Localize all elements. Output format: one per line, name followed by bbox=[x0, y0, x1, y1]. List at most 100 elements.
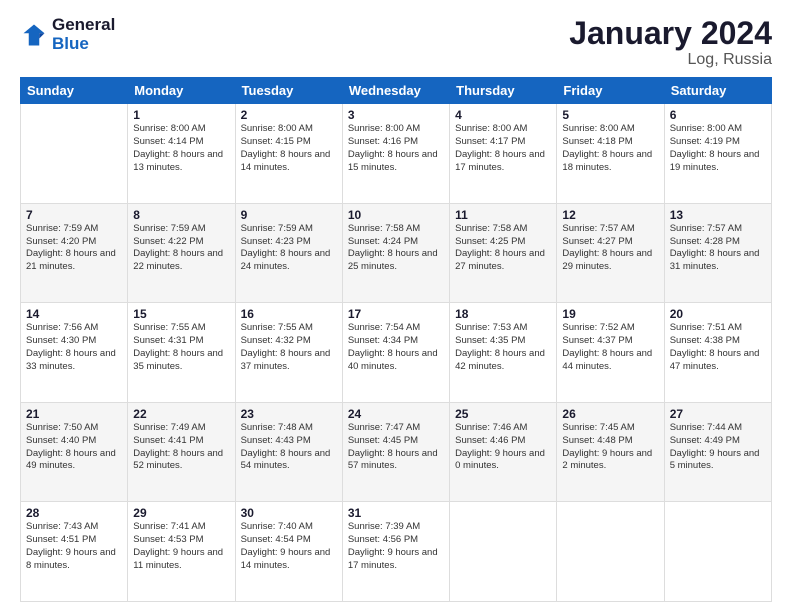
day-number: 2 bbox=[241, 108, 337, 122]
day-number: 19 bbox=[562, 307, 658, 321]
day-number: 21 bbox=[26, 407, 122, 421]
day-number: 5 bbox=[562, 108, 658, 122]
calendar-cell: 21Sunrise: 7:50 AM Sunset: 4:40 PM Dayli… bbox=[21, 402, 128, 502]
day-info: Sunrise: 7:55 AM Sunset: 4:31 PM Dayligh… bbox=[133, 322, 229, 373]
day-number: 15 bbox=[133, 307, 229, 321]
day-number: 4 bbox=[455, 108, 551, 122]
day-info: Sunrise: 7:41 AM Sunset: 4:53 PM Dayligh… bbox=[133, 521, 229, 572]
calendar-cell: 19Sunrise: 7:52 AM Sunset: 4:37 PM Dayli… bbox=[557, 303, 664, 403]
day-number: 7 bbox=[26, 208, 122, 222]
day-info: Sunrise: 7:57 AM Sunset: 4:28 PM Dayligh… bbox=[670, 223, 766, 274]
title-area: January 2024 Log, Russia bbox=[569, 16, 772, 69]
day-number: 3 bbox=[348, 108, 444, 122]
calendar-cell: 13Sunrise: 7:57 AM Sunset: 4:28 PM Dayli… bbox=[664, 203, 771, 303]
col-header-wednesday: Wednesday bbox=[342, 78, 449, 104]
day-info: Sunrise: 7:52 AM Sunset: 4:37 PM Dayligh… bbox=[562, 322, 658, 373]
day-info: Sunrise: 8:00 AM Sunset: 4:17 PM Dayligh… bbox=[455, 123, 551, 174]
col-header-sunday: Sunday bbox=[21, 78, 128, 104]
day-number: 13 bbox=[670, 208, 766, 222]
day-number: 23 bbox=[241, 407, 337, 421]
col-header-saturday: Saturday bbox=[664, 78, 771, 104]
day-number: 11 bbox=[455, 208, 551, 222]
day-info: Sunrise: 7:53 AM Sunset: 4:35 PM Dayligh… bbox=[455, 322, 551, 373]
day-info: Sunrise: 7:54 AM Sunset: 4:34 PM Dayligh… bbox=[348, 322, 444, 373]
day-info: Sunrise: 7:39 AM Sunset: 4:56 PM Dayligh… bbox=[348, 521, 444, 572]
calendar-cell bbox=[557, 502, 664, 602]
day-info: Sunrise: 7:51 AM Sunset: 4:38 PM Dayligh… bbox=[670, 322, 766, 373]
calendar-cell: 10Sunrise: 7:58 AM Sunset: 4:24 PM Dayli… bbox=[342, 203, 449, 303]
day-number: 22 bbox=[133, 407, 229, 421]
calendar-cell: 31Sunrise: 7:39 AM Sunset: 4:56 PM Dayli… bbox=[342, 502, 449, 602]
calendar-cell: 5Sunrise: 8:00 AM Sunset: 4:18 PM Daylig… bbox=[557, 104, 664, 204]
calendar-cell: 25Sunrise: 7:46 AM Sunset: 4:46 PM Dayli… bbox=[450, 402, 557, 502]
day-info: Sunrise: 7:47 AM Sunset: 4:45 PM Dayligh… bbox=[348, 422, 444, 473]
day-info: Sunrise: 8:00 AM Sunset: 4:15 PM Dayligh… bbox=[241, 123, 337, 174]
calendar-cell: 24Sunrise: 7:47 AM Sunset: 4:45 PM Dayli… bbox=[342, 402, 449, 502]
day-info: Sunrise: 7:44 AM Sunset: 4:49 PM Dayligh… bbox=[670, 422, 766, 473]
day-number: 31 bbox=[348, 506, 444, 520]
col-header-friday: Friday bbox=[557, 78, 664, 104]
day-number: 1 bbox=[133, 108, 229, 122]
calendar-cell: 16Sunrise: 7:55 AM Sunset: 4:32 PM Dayli… bbox=[235, 303, 342, 403]
day-number: 12 bbox=[562, 208, 658, 222]
day-info: Sunrise: 8:00 AM Sunset: 4:14 PM Dayligh… bbox=[133, 123, 229, 174]
day-info: Sunrise: 7:58 AM Sunset: 4:24 PM Dayligh… bbox=[348, 223, 444, 274]
calendar-cell: 18Sunrise: 7:53 AM Sunset: 4:35 PM Dayli… bbox=[450, 303, 557, 403]
calendar-cell: 30Sunrise: 7:40 AM Sunset: 4:54 PM Dayli… bbox=[235, 502, 342, 602]
day-number: 30 bbox=[241, 506, 337, 520]
month-title: January 2024 bbox=[569, 16, 772, 51]
day-number: 6 bbox=[670, 108, 766, 122]
day-number: 29 bbox=[133, 506, 229, 520]
calendar-cell: 8Sunrise: 7:59 AM Sunset: 4:22 PM Daylig… bbox=[128, 203, 235, 303]
calendar-cell: 28Sunrise: 7:43 AM Sunset: 4:51 PM Dayli… bbox=[21, 502, 128, 602]
day-number: 9 bbox=[241, 208, 337, 222]
logo-icon bbox=[20, 21, 48, 49]
calendar-cell: 4Sunrise: 8:00 AM Sunset: 4:17 PM Daylig… bbox=[450, 104, 557, 204]
day-number: 20 bbox=[670, 307, 766, 321]
day-info: Sunrise: 7:40 AM Sunset: 4:54 PM Dayligh… bbox=[241, 521, 337, 572]
day-info: Sunrise: 8:00 AM Sunset: 4:16 PM Dayligh… bbox=[348, 123, 444, 174]
calendar-cell: 17Sunrise: 7:54 AM Sunset: 4:34 PM Dayli… bbox=[342, 303, 449, 403]
day-number: 14 bbox=[26, 307, 122, 321]
col-header-monday: Monday bbox=[128, 78, 235, 104]
day-info: Sunrise: 7:48 AM Sunset: 4:43 PM Dayligh… bbox=[241, 422, 337, 473]
day-number: 17 bbox=[348, 307, 444, 321]
calendar-cell: 29Sunrise: 7:41 AM Sunset: 4:53 PM Dayli… bbox=[128, 502, 235, 602]
day-number: 24 bbox=[348, 407, 444, 421]
calendar-cell: 3Sunrise: 8:00 AM Sunset: 4:16 PM Daylig… bbox=[342, 104, 449, 204]
calendar-cell: 9Sunrise: 7:59 AM Sunset: 4:23 PM Daylig… bbox=[235, 203, 342, 303]
day-info: Sunrise: 8:00 AM Sunset: 4:19 PM Dayligh… bbox=[670, 123, 766, 174]
day-info: Sunrise: 7:46 AM Sunset: 4:46 PM Dayligh… bbox=[455, 422, 551, 473]
calendar-cell: 6Sunrise: 8:00 AM Sunset: 4:19 PM Daylig… bbox=[664, 104, 771, 204]
calendar-cell: 2Sunrise: 8:00 AM Sunset: 4:15 PM Daylig… bbox=[235, 104, 342, 204]
calendar-cell: 7Sunrise: 7:59 AM Sunset: 4:20 PM Daylig… bbox=[21, 203, 128, 303]
day-number: 10 bbox=[348, 208, 444, 222]
day-info: Sunrise: 7:59 AM Sunset: 4:22 PM Dayligh… bbox=[133, 223, 229, 274]
day-number: 27 bbox=[670, 407, 766, 421]
calendar-cell: 20Sunrise: 7:51 AM Sunset: 4:38 PM Dayli… bbox=[664, 303, 771, 403]
logo-text: General Blue bbox=[52, 16, 115, 53]
col-header-tuesday: Tuesday bbox=[235, 78, 342, 104]
location: Log, Russia bbox=[569, 51, 772, 69]
day-info: Sunrise: 7:59 AM Sunset: 4:23 PM Dayligh… bbox=[241, 223, 337, 274]
day-info: Sunrise: 7:59 AM Sunset: 4:20 PM Dayligh… bbox=[26, 223, 122, 274]
page: General Blue January 2024 Log, Russia Su… bbox=[0, 0, 792, 612]
day-number: 25 bbox=[455, 407, 551, 421]
day-number: 26 bbox=[562, 407, 658, 421]
day-number: 28 bbox=[26, 506, 122, 520]
day-number: 16 bbox=[241, 307, 337, 321]
day-info: Sunrise: 7:55 AM Sunset: 4:32 PM Dayligh… bbox=[241, 322, 337, 373]
calendar-cell: 26Sunrise: 7:45 AM Sunset: 4:48 PM Dayli… bbox=[557, 402, 664, 502]
day-info: Sunrise: 7:50 AM Sunset: 4:40 PM Dayligh… bbox=[26, 422, 122, 473]
logo: General Blue bbox=[20, 16, 115, 53]
calendar-cell: 15Sunrise: 7:55 AM Sunset: 4:31 PM Dayli… bbox=[128, 303, 235, 403]
calendar-cell bbox=[21, 104, 128, 204]
calendar-cell bbox=[664, 502, 771, 602]
day-info: Sunrise: 7:57 AM Sunset: 4:27 PM Dayligh… bbox=[562, 223, 658, 274]
calendar-cell: 14Sunrise: 7:56 AM Sunset: 4:30 PM Dayli… bbox=[21, 303, 128, 403]
calendar-cell: 12Sunrise: 7:57 AM Sunset: 4:27 PM Dayli… bbox=[557, 203, 664, 303]
day-info: Sunrise: 7:43 AM Sunset: 4:51 PM Dayligh… bbox=[26, 521, 122, 572]
day-info: Sunrise: 7:49 AM Sunset: 4:41 PM Dayligh… bbox=[133, 422, 229, 473]
day-number: 18 bbox=[455, 307, 551, 321]
calendar: SundayMondayTuesdayWednesdayThursdayFrid… bbox=[20, 77, 772, 602]
